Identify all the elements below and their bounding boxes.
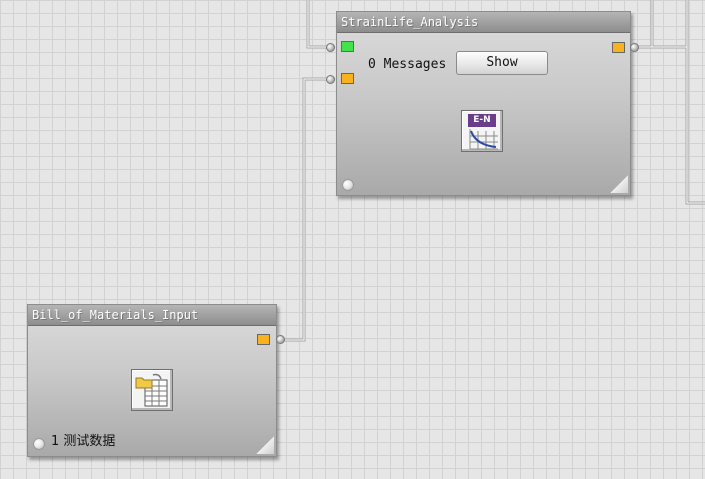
output-port-connector[interactable] xyxy=(630,43,639,52)
output-port-yellow[interactable] xyxy=(257,334,270,345)
input-port-green[interactable] xyxy=(341,41,354,52)
node-title[interactable]: StrainLife_Analysis xyxy=(337,12,630,33)
strainlife-analysis-node[interactable]: StrainLife_Analysis 0 Messages Show E-N xyxy=(336,11,631,196)
resize-handle[interactable] xyxy=(610,175,628,193)
strain-life-en-icon[interactable]: E-N xyxy=(461,110,503,152)
node-status-indicator xyxy=(33,438,45,450)
input-port-yellow[interactable] xyxy=(341,73,354,84)
table-folder-graphic xyxy=(135,373,168,407)
table-folder-icon[interactable] xyxy=(131,369,173,411)
bill-of-materials-input-node[interactable]: Bill_of_Materials_Input 1 测试数据 xyxy=(27,304,277,457)
messages-count: 0 Messages xyxy=(368,57,447,72)
input-port-connector-top[interactable] xyxy=(326,43,335,52)
show-messages-button[interactable]: Show xyxy=(456,51,548,75)
workflow-canvas[interactable]: StrainLife_Analysis 0 Messages Show E-N … xyxy=(0,0,705,479)
input-port-connector-bottom[interactable] xyxy=(326,75,335,84)
node-status-indicator xyxy=(342,179,354,191)
resize-handle[interactable] xyxy=(256,436,274,454)
node-status-text: 1 测试数据 xyxy=(51,434,116,449)
en-badge: E-N xyxy=(468,114,496,127)
en-curve-graphic xyxy=(469,129,498,150)
node-title[interactable]: Bill_of_Materials_Input xyxy=(28,305,276,326)
output-port-yellow[interactable] xyxy=(612,42,625,53)
output-port-connector[interactable] xyxy=(276,335,285,344)
